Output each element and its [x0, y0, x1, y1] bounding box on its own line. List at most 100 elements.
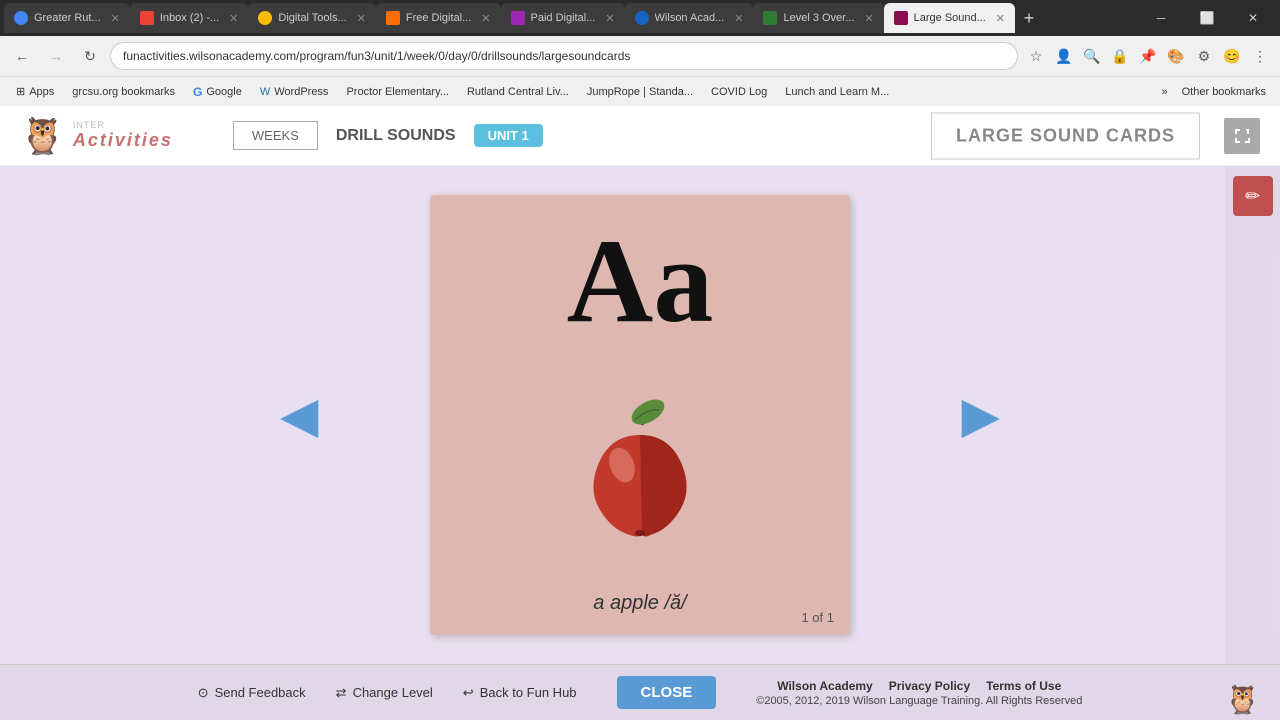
- card-letter: Aa: [567, 215, 714, 347]
- tab-close-icon[interactable]: ✕: [864, 12, 873, 25]
- tab-digital-tools[interactable]: Digital Tools... ✕: [248, 3, 376, 33]
- back-to-fun-hub-link[interactable]: ↩ Back to Fun Hub: [463, 685, 577, 701]
- tab-large-sound[interactable]: Large Sound... ✕: [884, 3, 1015, 33]
- bookmark-star-icon[interactable]: ☆: [1024, 44, 1048, 68]
- bookmark-label: COVID Log: [711, 86, 767, 98]
- terms-of-use-link[interactable]: Terms of Use: [986, 679, 1061, 693]
- tab-favicon: [763, 11, 777, 25]
- maximize-button[interactable]: ⬜: [1184, 0, 1230, 36]
- tab-wilson-acad[interactable]: Wilson Acad... ✕: [625, 3, 754, 33]
- header-nav: WEEKS DRILL SOUNDS UNIT 1: [233, 121, 543, 151]
- flashcard: Aa: [430, 195, 850, 635]
- back-icon: ↩: [463, 685, 474, 701]
- tab-close-icon[interactable]: ✕: [229, 12, 238, 25]
- close-window-button[interactable]: ✕: [1230, 0, 1276, 36]
- change-level-label: Change Level: [353, 685, 433, 700]
- pencil-tool-button[interactable]: ✏: [1233, 176, 1273, 216]
- bookmark-label: Rutland Central Liv...: [467, 86, 569, 98]
- footer-right: Wilson Academy Privacy Policy Terms of U…: [756, 679, 1082, 707]
- tab-favicon: [14, 11, 28, 25]
- tab-label: Inbox (2) -...: [160, 12, 219, 24]
- bookmark-wordpress[interactable]: W WordPress: [252, 84, 337, 100]
- feedback-icon: ⊙: [198, 685, 209, 701]
- more-bookmarks-button[interactable]: »: [1156, 84, 1174, 100]
- bookmark-label: grcsu.org bookmarks: [72, 86, 175, 98]
- bookmark-jumprope[interactable]: JumpRope | Standa...: [579, 84, 701, 100]
- extension-icon3[interactable]: 📌: [1136, 44, 1160, 68]
- change-level-icon: ⇄: [336, 685, 347, 701]
- next-card-button[interactable]: ▶: [962, 386, 1000, 444]
- tab-favicon: [511, 11, 525, 25]
- other-bookmarks-label[interactable]: Other bookmarks: [1176, 84, 1272, 100]
- browser-chrome: Greater Rut... ✕ Inbox (2) -... ✕ Digita…: [0, 0, 1280, 106]
- tab-label: Free Digital...: [406, 12, 471, 24]
- tab-greater-rut[interactable]: Greater Rut... ✕: [4, 3, 130, 33]
- fullscreen-icon: [1233, 127, 1251, 145]
- minimize-button[interactable]: ─: [1138, 0, 1184, 36]
- toolbar-icons: ☆ 👤 🔍 🔒 📌 🎨 ⚙ 😊 ⋮: [1024, 44, 1272, 68]
- prev-card-button[interactable]: ◀: [280, 386, 318, 444]
- forward-button[interactable]: →: [42, 42, 70, 70]
- tab-label: Level 3 Over...: [783, 12, 854, 24]
- more-options-icon[interactable]: ⋮: [1248, 44, 1272, 68]
- tab-free-digital[interactable]: Free Digital... ✕: [376, 3, 501, 33]
- tab-label: Wilson Acad...: [655, 12, 725, 24]
- tab-close-icon[interactable]: ✕: [734, 12, 743, 25]
- tab-favicon: [258, 11, 272, 25]
- bookmark-apps[interactable]: ⊞ Apps: [8, 83, 62, 100]
- profile-icon[interactable]: 😊: [1220, 44, 1244, 68]
- owl-mascot-small: 🦉: [20, 115, 65, 157]
- bookmark-google[interactable]: G Google: [185, 83, 250, 101]
- back-button[interactable]: ←: [8, 42, 36, 70]
- card-image: [560, 357, 720, 582]
- right-panel: ✏: [1225, 166, 1280, 664]
- weeks-tab[interactable]: WEEKS: [233, 121, 318, 150]
- page-content: 🦉 INTER Activities WEEKS DRILL SOUNDS UN…: [0, 106, 1280, 720]
- tab-close-icon[interactable]: ✕: [357, 12, 366, 25]
- drill-sounds-tab[interactable]: DRILL SOUNDS: [318, 121, 474, 151]
- bookmark-proctor[interactable]: Proctor Elementary...: [338, 84, 457, 100]
- new-tab-button[interactable]: +: [1015, 4, 1043, 32]
- extension-icon5[interactable]: ⚙: [1192, 44, 1216, 68]
- address-input[interactable]: [110, 42, 1018, 70]
- tab-paid-digital[interactable]: Paid Digital... ✕: [501, 3, 625, 33]
- fullscreen-button[interactable]: [1224, 118, 1260, 154]
- mascot-owl-icon: 🦉: [1225, 683, 1260, 716]
- address-bar-row: ← → ↻ ☆ 👤 🔍 🔒 📌 🎨 ⚙ 😊 ⋮: [0, 36, 1280, 76]
- tab-close-icon[interactable]: ✕: [605, 12, 614, 25]
- extension-icon2[interactable]: 🔒: [1108, 44, 1132, 68]
- unit-badge: UNIT 1: [474, 124, 543, 147]
- extension-icon1[interactable]: 🔍: [1080, 44, 1104, 68]
- bookmark-covid[interactable]: COVID Log: [703, 84, 775, 100]
- tab-favicon: [140, 11, 154, 25]
- tab-level3[interactable]: Level 3 Over... ✕: [753, 3, 883, 33]
- wp-icon: W: [260, 86, 270, 98]
- extension-icon4[interactable]: 🎨: [1164, 44, 1188, 68]
- bookmark-label: Google: [206, 86, 241, 98]
- apple-illustration: [560, 390, 720, 550]
- window-controls: ─ ⬜ ✕: [1138, 0, 1276, 36]
- bookmark-label: JumpRope | Standa...: [587, 86, 693, 98]
- refresh-button[interactable]: ↻: [76, 42, 104, 70]
- tab-close-icon[interactable]: ✕: [996, 12, 1005, 25]
- send-feedback-label: Send Feedback: [215, 685, 306, 700]
- wilson-academy-link[interactable]: Wilson Academy: [777, 679, 872, 693]
- tab-close-icon[interactable]: ✕: [481, 12, 490, 25]
- logo: 🦉 INTER Activities: [20, 115, 173, 157]
- bookmark-lunch[interactable]: Lunch and Learn M...: [777, 84, 897, 100]
- privacy-policy-link[interactable]: Privacy Policy: [889, 679, 970, 693]
- logo-tagline: INTER: [73, 120, 173, 130]
- large-sound-cards-button[interactable]: LARGE SOUND CARDS: [931, 112, 1200, 159]
- tab-label: Paid Digital...: [531, 12, 596, 24]
- change-level-link[interactable]: ⇄ Change Level: [336, 685, 433, 701]
- apps-icon: ⊞: [16, 85, 25, 98]
- account-icon[interactable]: 👤: [1052, 44, 1076, 68]
- tab-bar: Greater Rut... ✕ Inbox (2) -... ✕ Digita…: [0, 0, 1280, 36]
- bookmark-rutland[interactable]: Rutland Central Liv...: [459, 84, 577, 100]
- tab-close-icon[interactable]: ✕: [111, 12, 120, 25]
- send-feedback-link[interactable]: ⊙ Send Feedback: [198, 685, 306, 701]
- tab-favicon: [894, 11, 908, 25]
- close-button[interactable]: CLOSE: [617, 676, 717, 709]
- tab-inbox[interactable]: Inbox (2) -... ✕: [130, 3, 249, 33]
- bookmark-grcsu[interactable]: grcsu.org bookmarks: [64, 84, 183, 100]
